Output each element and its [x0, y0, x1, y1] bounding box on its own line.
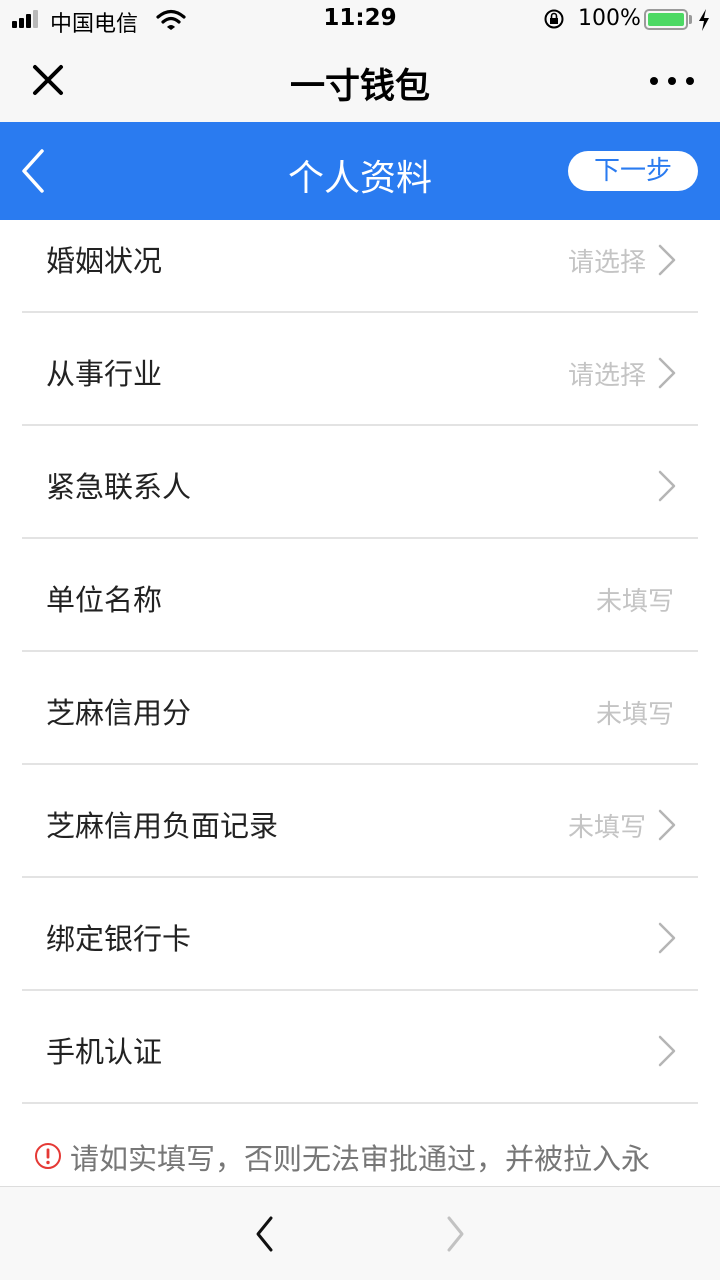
chevron-left-icon[interactable]: [248, 1213, 282, 1255]
row-value: 未填写: [567, 813, 646, 843]
next-step-button[interactable]: 下一步: [568, 151, 698, 191]
status-bar: 中国电信 11:29 100%: [0, 0, 720, 40]
battery-cap: [689, 15, 692, 24]
chevron-right-icon: [658, 1035, 676, 1067]
chevron-right-icon[interactable]: [438, 1213, 472, 1255]
battery-icon: [644, 9, 688, 30]
profile-form-list: 婚姻状况 请选择 从事行业 请选择 紧急联系人 单位名称 未填写 芝麻信用分 未填写 芝麻信用负面…: [0, 200, 720, 1104]
browser-bottom-bar: [0, 1186, 720, 1280]
charging-bolt-icon: [699, 9, 709, 31]
form-row[interactable]: 芝麻信用负面记录 未填写: [0, 765, 720, 878]
row-value: 未填写: [595, 700, 674, 730]
chevron-right-icon: [658, 470, 676, 502]
row-label: 婚姻状况: [46, 244, 163, 278]
form-row[interactable]: 婚姻状况 请选择: [0, 200, 720, 313]
chevron-right-icon: [658, 244, 676, 276]
warning-circle-icon: [35, 1143, 61, 1169]
row-label: 芝麻信用负面记录: [46, 809, 279, 843]
row-label: 从事行业: [46, 357, 163, 391]
row-divider: [22, 1102, 698, 1104]
row-value: 未填写: [595, 587, 674, 617]
warning-text: 请如实填写，否则无法审批通过，并被拉入永: [70, 1142, 651, 1176]
warning-notice: 请如实填写，否则无法审批通过，并被拉入永: [0, 1112, 720, 1186]
form-row: 芝麻信用分 未填写: [0, 652, 720, 765]
app-title: 一寸钱包: [289, 67, 430, 107]
form-row[interactable]: 紧急联系人: [0, 426, 720, 539]
row-label: 手机认证: [46, 1035, 163, 1069]
rotation-lock-icon: [544, 9, 564, 29]
chevron-right-icon: [658, 357, 676, 389]
row-label: 单位名称: [46, 583, 163, 617]
chevron-right-icon: [658, 922, 676, 954]
app-title-bar: 一寸钱包: [0, 40, 720, 122]
row-value: 请选择: [567, 248, 646, 278]
more-dots-icon[interactable]: [646, 70, 698, 90]
form-row[interactable]: 绑定银行卡: [0, 878, 720, 991]
form-row[interactable]: 手机认证: [0, 991, 720, 1104]
form-row[interactable]: 从事行业 请选择: [0, 313, 720, 426]
row-label: 绑定银行卡: [46, 922, 192, 956]
row-label: 紧急联系人: [46, 470, 192, 504]
chevron-right-icon: [658, 809, 676, 841]
form-row: 单位名称 未填写: [0, 539, 720, 652]
row-label: 芝麻信用分: [46, 696, 192, 730]
row-value: 请选择: [567, 361, 646, 391]
battery-percent: 100%: [578, 6, 641, 31]
